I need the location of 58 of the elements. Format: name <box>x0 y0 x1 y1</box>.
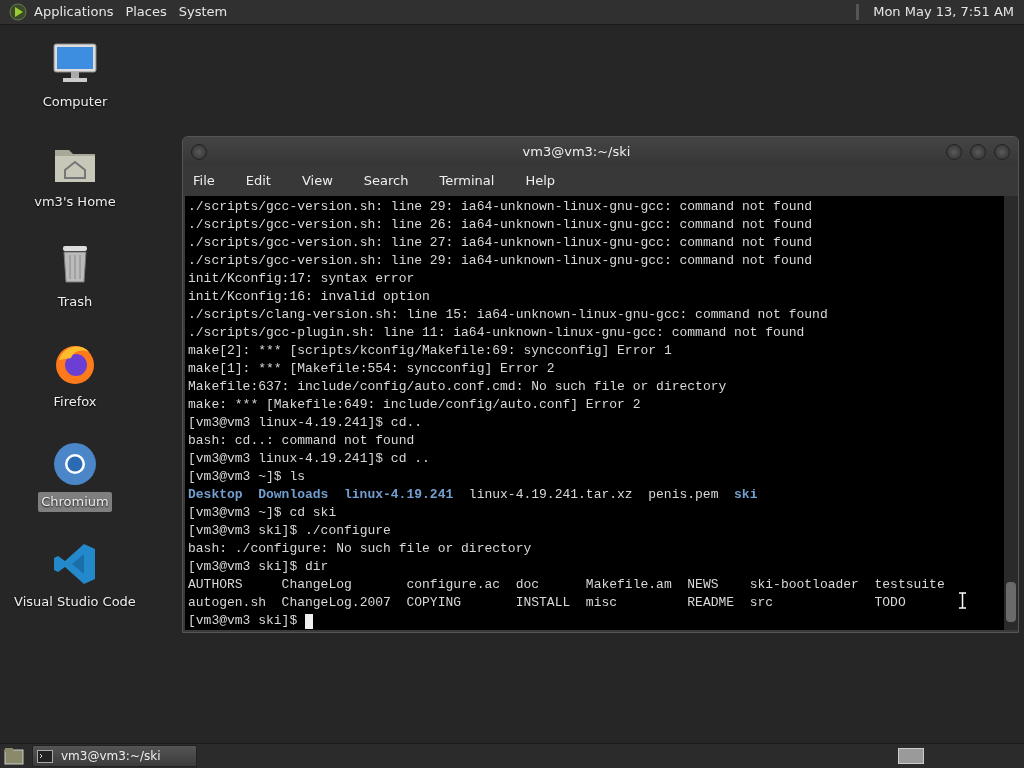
close-button[interactable] <box>994 143 1010 160</box>
terminal-line: ./scripts/gcc-version.sh: line 29: ia64-unknown-linux-gnu-gcc: command not found <box>188 198 813 216</box>
terminal-line: make: *** [Makefile:649: include/config/auto.conf] Error 2 <box>188 396 641 414</box>
menu-item[interactable]: Terminal <box>429 171 506 191</box>
workspace-switcher[interactable] <box>898 748 924 764</box>
directory-name: Downloads <box>258 486 329 504</box>
terminal-line: make[2]: *** [scripts/kconfig/Makefile:69: syncconfig] Error 1 <box>188 342 672 360</box>
terminal-line: ./scripts/gcc-version.sh: line 26: ia64-unknown-linux-gnu-gcc: command not found <box>188 216 813 234</box>
window-menu-button[interactable] <box>191 143 207 160</box>
desktop-icon-label[interactable]: Trash <box>54 292 96 312</box>
directory-name: Desktop <box>188 486 243 504</box>
terminal-line: bash: cd..: command not found <box>188 432 415 450</box>
minimize-button[interactable] <box>946 143 962 160</box>
menu-item[interactable]: File <box>183 171 226 191</box>
terminal-line: [vm3@vm3 linux-4.19.241]$ cd.. <box>188 414 423 432</box>
show-desktop-icon[interactable] <box>4 747 24 765</box>
terminal-line: [vm3@vm3 ~]$ ls <box>188 468 306 486</box>
desktop-icon-label[interactable]: vm3's Home <box>31 192 119 212</box>
terminal-line: ./scripts/gcc-plugin.sh: line 11: ia64-unknown-linux-gnu-gcc: command not found <box>188 324 805 342</box>
desktop-icon-label[interactable]: Firefox <box>50 392 100 412</box>
app-icon[interactable] <box>51 440 99 488</box>
panel-menu[interactable]: Applications <box>28 2 120 22</box>
menu-item[interactable]: Help <box>515 171 567 191</box>
panel-handle-icon <box>856 4 860 20</box>
terminal-line: [vm3@vm3 ~]$ cd ski <box>188 504 337 522</box>
app-menu-logo-icon[interactable] <box>8 2 28 22</box>
text-cursor-icon <box>958 592 967 609</box>
scrollbar-thumb[interactable] <box>1006 582 1016 622</box>
terminal-line: init/Kconfig:17: syntax error <box>188 270 415 288</box>
directory-name: linux-4.19.241 <box>344 486 454 504</box>
clock[interactable]: Mon May 13, 7:51 AM <box>867 2 1020 22</box>
terminal-line: ./scripts/gcc-version.sh: line 27: ia64-unknown-linux-gnu-gcc: command not found <box>188 234 813 252</box>
terminal-line: AUTHORS ChangeLog configure.ac doc Makefile.am NEWS ski-bootloader testsuite <box>188 576 945 594</box>
menu-item[interactable]: Search <box>353 171 420 191</box>
terminal-line: make[1]: *** [Makefile:554: syncconfig] Error 2 <box>188 360 555 378</box>
terminal-line: bash: ./configure: No such file or directory <box>188 540 532 558</box>
terminal-line: autogen.sh ChangeLog.2007 COPYING INSTALL misc README src TODO <box>188 594 906 612</box>
directory-name: ski <box>734 486 758 504</box>
terminal-line: ./scripts/gcc-version.sh: line 29: ia64-unknown-linux-gnu-gcc: command not found <box>188 252 813 270</box>
terminal-line: [vm3@vm3 linux-4.19.241]$ cd .. <box>188 450 430 468</box>
desktop-icon-label[interactable]: Visual Studio Code <box>11 592 139 612</box>
panel-menu[interactable]: System <box>172 2 234 22</box>
maximize-button[interactable] <box>970 143 986 160</box>
terminal-prompt: [vm3@vm3 ski]$ <box>188 612 299 630</box>
file-name: penis.pem <box>648 486 719 504</box>
terminal-line: init/Kconfig:16: invalid option <box>188 288 430 306</box>
terminal-line: [vm3@vm3 ski]$ dir <box>188 558 329 576</box>
terminal-line: ./scripts/clang-version.sh: line 15: ia64-unknown-linux-gnu-gcc: command not found <box>188 306 828 324</box>
taskbar-button[interactable]: vm3@vm3:~/ski <box>32 745 197 767</box>
terminal-line: Makefile:637: include/config/auto.conf.cmd: No such file or directory <box>188 378 727 396</box>
menu-item[interactable]: Edit <box>235 171 282 191</box>
window-title: vm3@vm3:~/ski <box>522 143 631 159</box>
terminal-icon <box>37 749 53 763</box>
desktop-icon-label[interactable]: Computer <box>39 92 111 112</box>
menu-item[interactable]: View <box>291 171 344 191</box>
file-name: linux-4.19.241.tar.xz <box>468 486 633 504</box>
terminal-line: [vm3@vm3 ski]$ ./configure <box>188 522 391 540</box>
panel-menu[interactable]: Places <box>119 2 173 22</box>
